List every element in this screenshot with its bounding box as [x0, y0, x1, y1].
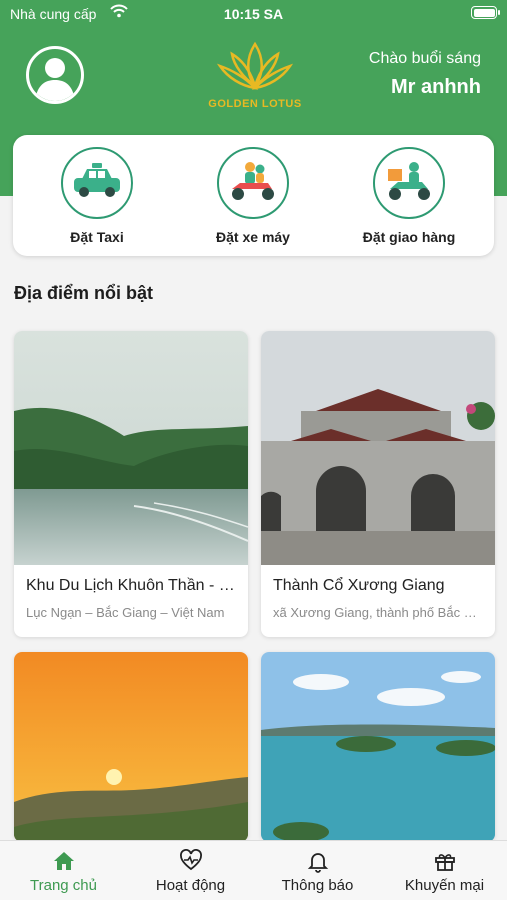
motorbike-service-button[interactable]: Đặt xe máy: [193, 147, 313, 245]
bottom-tab-bar: Trang chủ Hoạt động Thông báo Khuyến mại: [0, 840, 507, 900]
gift-icon: [433, 849, 457, 873]
username-text: Mr anhnh: [391, 76, 481, 98]
tab-home[interactable]: Trang chủ: [0, 849, 127, 894]
golden-lotus-logo: GOLDEN LOTUS: [200, 36, 310, 116]
taxi-service-label: Đặt Taxi: [70, 229, 124, 245]
ancient-gate-photo: [261, 331, 495, 565]
lake-islands-photo: [261, 652, 495, 842]
status-bar: Nhà cung cấp 10:15 SA: [0, 0, 507, 28]
logo-text: GOLDEN LOTUS: [208, 98, 302, 110]
tab-label: Khuyến mại: [404, 877, 485, 894]
taxi-icon: [70, 161, 124, 206]
bell-icon: [306, 849, 330, 873]
greeting-text: Chào buổi sáng: [368, 50, 481, 67]
tab-promotions[interactable]: Khuyến mại: [381, 849, 507, 894]
avatar[interactable]: [26, 46, 84, 104]
featured-section-title: Địa điểm nổi bật: [14, 283, 154, 303]
lake-forest-photo: [14, 331, 248, 565]
delivery-icon: [382, 159, 436, 208]
tab-label: Hoạt động: [155, 877, 226, 894]
place-name: Khu Du Lịch Khuôn Thần - Lục Ngạn: [26, 577, 248, 594]
tab-activity[interactable]: Hoạt động: [127, 849, 254, 894]
battery-icon: [471, 6, 500, 19]
place-address: Lục Ngạn – Bắc Giang – Việt Nam: [26, 605, 225, 620]
tab-label: Thông báo: [281, 877, 354, 894]
sunset-hills-photo: [14, 652, 248, 842]
delivery-service-label: Đặt giao hàng: [362, 229, 456, 245]
tab-notifications[interactable]: Thông báo: [254, 849, 381, 894]
services-panel: Đặt Taxi Đặt xe máy Đặt giao hàng: [13, 135, 494, 256]
place-address: xã Xương Giang, thành phố Bắc Giang: [273, 605, 495, 620]
place-card[interactable]: [14, 652, 248, 842]
motorbike-icon: [226, 159, 280, 208]
motorbike-service-label: Đặt xe máy: [216, 229, 290, 245]
place-card[interactable]: Khu Du Lịch Khuôn Thần - Lục Ngạn Lục Ng…: [14, 331, 248, 637]
place-name: Thành Cổ Xương Giang: [273, 577, 445, 594]
place-card[interactable]: [261, 652, 495, 842]
tab-label: Trang chủ: [30, 877, 97, 894]
heart-pulse-icon: [179, 849, 203, 873]
place-card[interactable]: Thành Cổ Xương Giang xã Xương Giang, thà…: [261, 331, 495, 637]
home-icon: [52, 849, 76, 873]
delivery-service-button[interactable]: Đặt giao hàng: [349, 147, 469, 245]
status-time: 10:15 SA: [223, 6, 284, 22]
taxi-service-button[interactable]: Đặt Taxi: [37, 147, 157, 245]
